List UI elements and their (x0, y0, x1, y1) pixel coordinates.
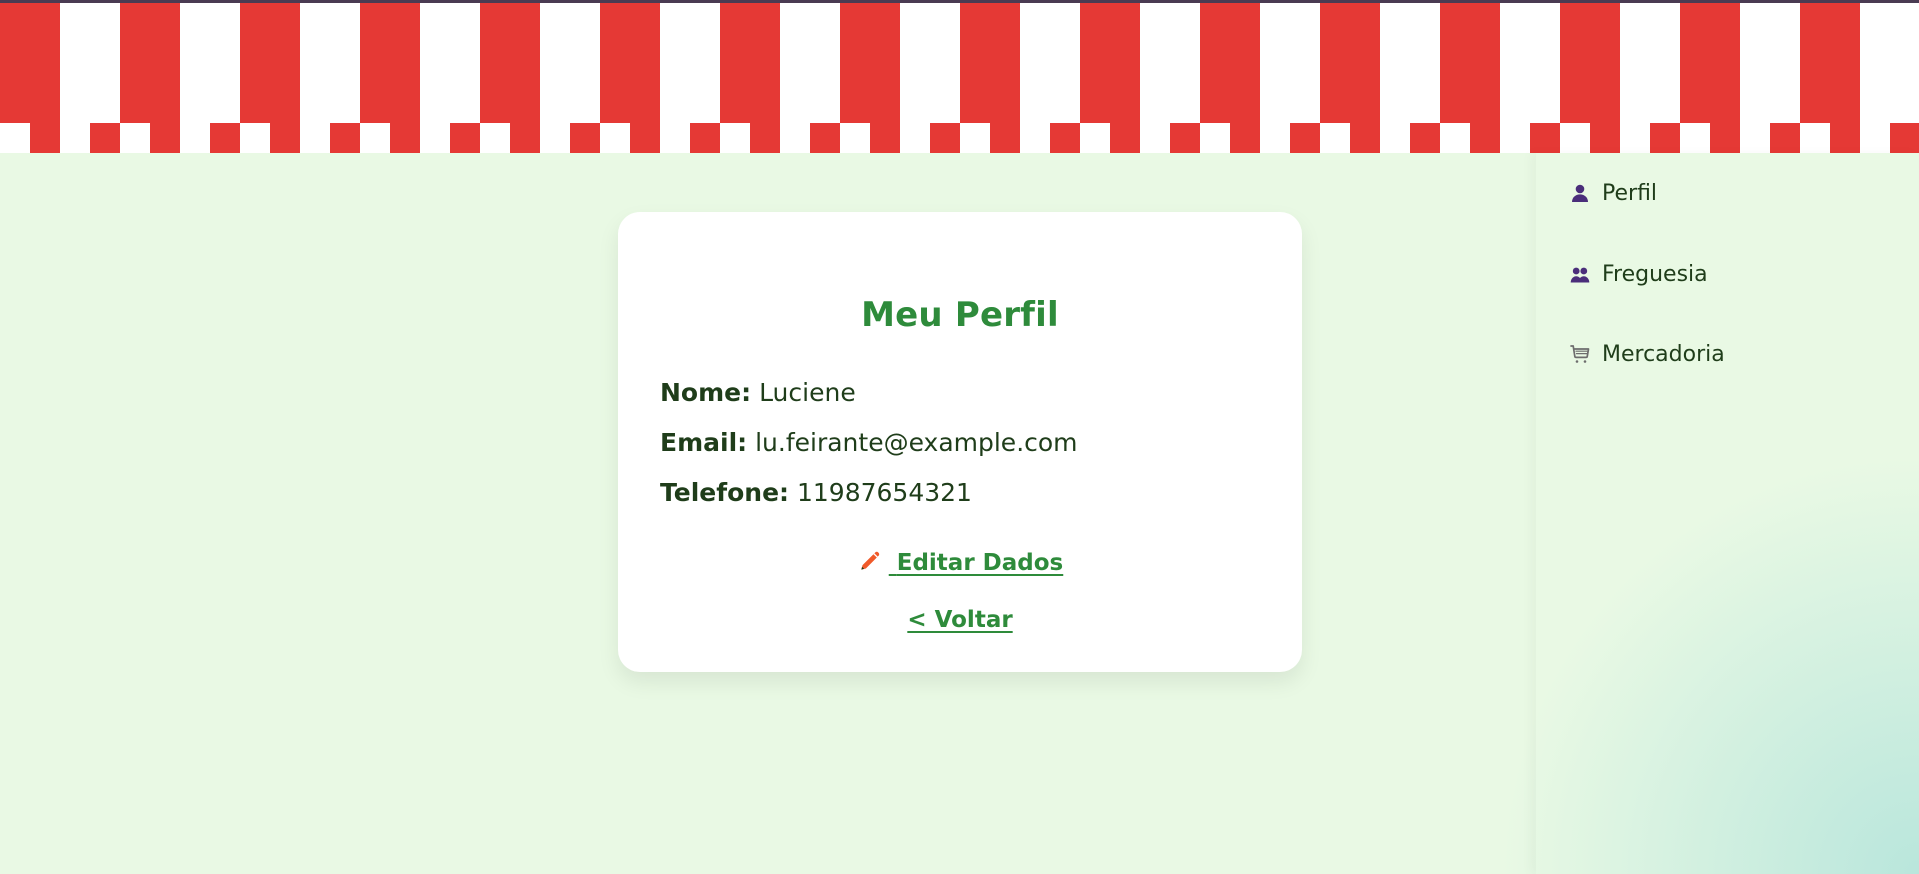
sidebar-nav: Perfil Freguesia Mercadoria (1536, 153, 1919, 874)
profile-field-nome: Nome: Luciene (660, 378, 856, 407)
back-link-label: < Voltar (907, 607, 1013, 633)
field-value: Luciene (759, 378, 856, 407)
pencil-icon (857, 548, 883, 574)
nav-item-perfil[interactable]: Perfil (1568, 177, 1657, 209)
profile-field-email: Email: lu.feirante@example.com (660, 428, 1078, 457)
nav-item-label: Mercadoria (1602, 341, 1725, 367)
awning-header (0, 3, 1919, 153)
field-value: 11987654321 (796, 478, 972, 507)
nav-item-freguesia[interactable]: Freguesia (1568, 258, 1708, 290)
back-link[interactable]: < Voltar (618, 607, 1302, 633)
awning-checker-band (0, 123, 1919, 153)
nav-item-mercadoria[interactable]: Mercadoria (1568, 338, 1725, 370)
nav-item-label: Perfil (1602, 180, 1658, 206)
users-icon (1568, 262, 1592, 286)
edit-data-label: Editar Dados (896, 550, 1064, 576)
field-label: Email: (660, 428, 748, 457)
field-value: lu.feirante@example.com (755, 428, 1078, 457)
profile-field-telefone: Telefone: 11987654321 (660, 478, 972, 507)
page-title: Meu Perfil (861, 295, 1059, 335)
edit-data-link[interactable]: Editar Dados (618, 548, 1302, 576)
field-label: Nome: (660, 378, 752, 407)
cart-icon (1568, 342, 1592, 366)
nav-item-label: Freguesia (1602, 261, 1708, 287)
user-icon (1568, 181, 1592, 205)
field-label: Telefone: (660, 478, 790, 507)
profile-card: Meu Perfil Nome: Luciene Email: lu.feira… (618, 212, 1302, 672)
